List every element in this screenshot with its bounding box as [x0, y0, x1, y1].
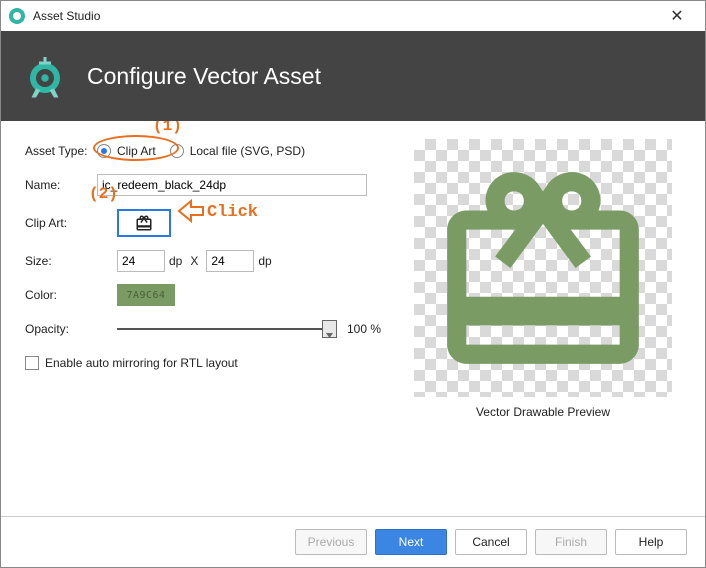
- opacity-value-text: 100 %: [347, 322, 381, 336]
- redeem-preview-icon: [428, 153, 658, 383]
- size-unit-h: dp: [258, 254, 271, 268]
- slider-thumb-icon[interactable]: [322, 320, 337, 338]
- row-color: Color: 7A9C64: [25, 283, 385, 307]
- rtl-checkbox[interactable]: [25, 356, 39, 370]
- color-swatch-button[interactable]: 7A9C64: [117, 284, 175, 306]
- radio-local-file[interactable]: Local file (SVG, PSD): [170, 144, 305, 158]
- finish-button[interactable]: Finish: [535, 529, 607, 555]
- help-button[interactable]: Help: [615, 529, 687, 555]
- asset-studio-window: Asset Studio ✕ Configure Vector Asset (1…: [0, 0, 706, 568]
- android-studio-logo-icon: [21, 51, 69, 102]
- preview-panel: Vector Drawable Preview: [405, 139, 681, 506]
- footer-buttons: Previous Next Cancel Finish Help: [1, 516, 705, 567]
- size-unit-w: dp: [169, 254, 182, 268]
- row-name: Name:: [25, 173, 385, 197]
- clip-art-label: Clip Art:: [25, 216, 117, 230]
- color-hex-text: 7A9C64: [126, 290, 165, 301]
- opacity-slider-wrap: 100 %: [117, 321, 381, 337]
- size-width-input[interactable]: [117, 250, 165, 272]
- page-title: Configure Vector Asset: [87, 63, 321, 90]
- size-separator: X: [190, 254, 198, 268]
- form-panel: (1) (2) Click Asset Type: Clip Art Local…: [25, 139, 385, 506]
- size-label: Size:: [25, 254, 117, 268]
- opacity-label: Opacity:: [25, 322, 117, 336]
- name-label: Name:: [25, 178, 97, 192]
- opacity-slider[interactable]: [117, 321, 337, 337]
- annotation-label-1: (1): [153, 121, 182, 135]
- row-opacity: Opacity: 100 %: [25, 317, 385, 341]
- previous-button[interactable]: Previous: [295, 529, 367, 555]
- next-button[interactable]: Next: [375, 529, 447, 555]
- slider-track: [117, 328, 337, 330]
- page-header: Configure Vector Asset: [1, 31, 705, 121]
- cancel-button[interactable]: Cancel: [455, 529, 527, 555]
- radio-local-file-label: Local file (SVG, PSD): [190, 144, 305, 158]
- row-clip-art: Clip Art:: [25, 207, 385, 239]
- name-input[interactable]: [97, 174, 367, 196]
- asset-type-radio-group: Clip Art Local file (SVG, PSD): [97, 144, 305, 158]
- radio-clip-art-label: Clip Art: [117, 144, 156, 158]
- radio-clip-art[interactable]: Clip Art: [97, 144, 156, 158]
- android-studio-icon: [9, 8, 25, 24]
- close-icon[interactable]: ✕: [655, 1, 699, 31]
- radio-dot-icon: [170, 144, 184, 158]
- titlebar: Asset Studio ✕: [1, 1, 705, 31]
- row-size: Size: dp X dp: [25, 249, 385, 273]
- rtl-label: Enable auto mirroring for RTL layout: [45, 356, 238, 370]
- clip-art-picker-button[interactable]: [117, 209, 171, 237]
- redeem-icon: [135, 214, 153, 232]
- row-rtl: Enable auto mirroring for RTL layout: [25, 351, 385, 375]
- window-title: Asset Studio: [33, 9, 655, 23]
- radio-dot-icon: [97, 144, 111, 158]
- preview-label: Vector Drawable Preview: [476, 405, 610, 419]
- color-label: Color:: [25, 288, 117, 302]
- asset-type-label: Asset Type:: [25, 144, 97, 158]
- content-area: (1) (2) Click Asset Type: Clip Art Local…: [1, 121, 705, 516]
- preview-canvas: [414, 139, 672, 397]
- row-asset-type: Asset Type: Clip Art Local file (SVG, PS…: [25, 139, 385, 163]
- size-height-input[interactable]: [206, 250, 254, 272]
